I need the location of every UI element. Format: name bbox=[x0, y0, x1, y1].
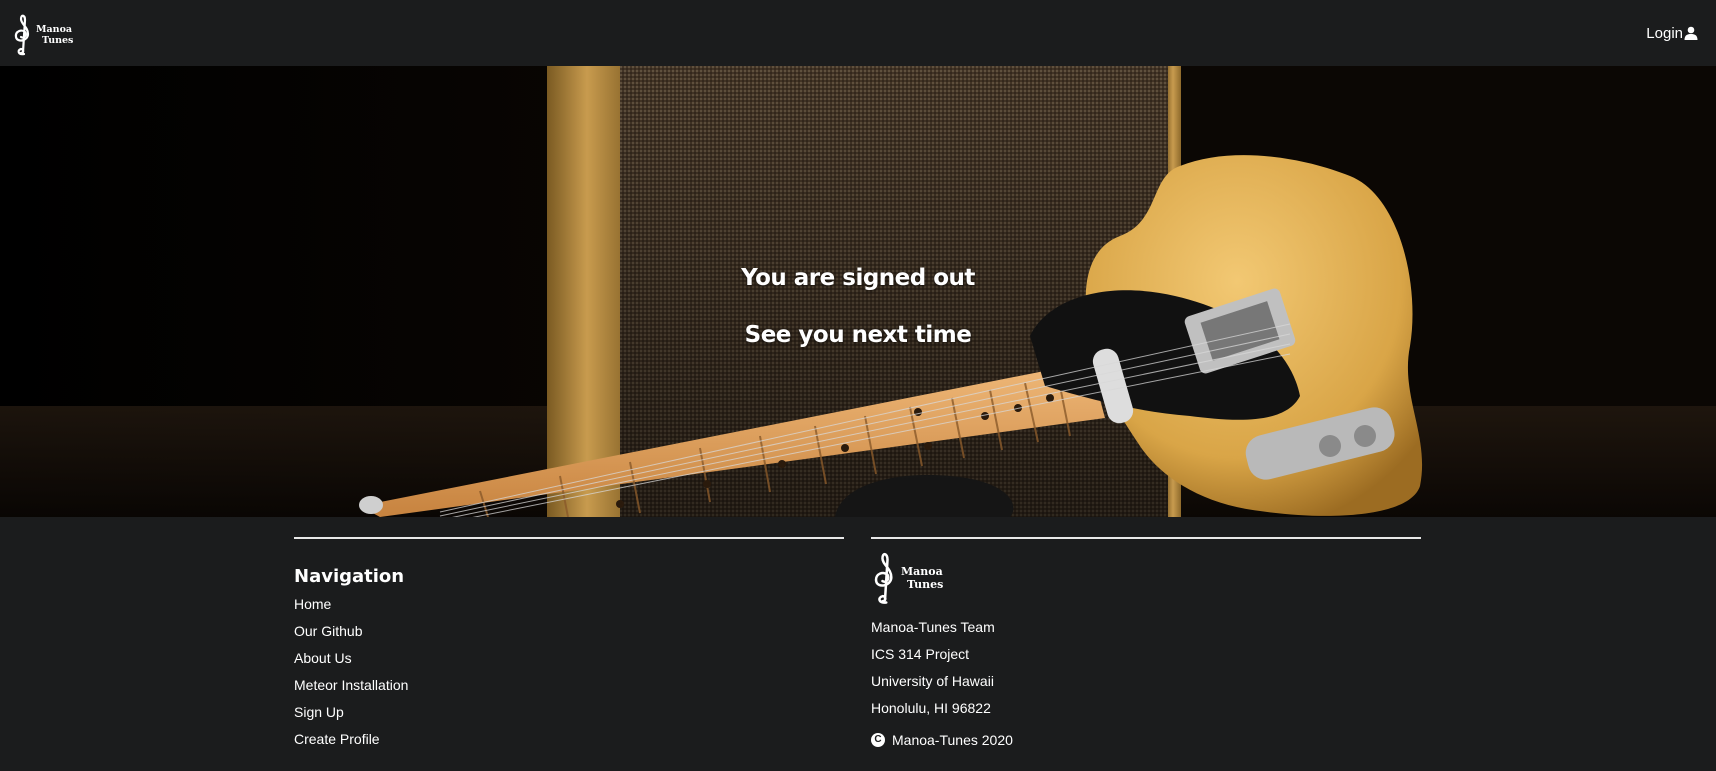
footer-about-column: Manoa Tunes Manoa-Tunes Team ICS 314 Pro… bbox=[871, 537, 1421, 753]
farewell-message: See you next time bbox=[744, 322, 972, 348]
team-name: Manoa-Tunes Team bbox=[871, 619, 995, 635]
footer-link-github[interactable]: Our Github bbox=[294, 622, 844, 649]
copyright-icon: C bbox=[871, 732, 885, 747]
treble-clef-icon bbox=[14, 14, 30, 56]
user-icon bbox=[1684, 26, 1698, 40]
signed-out-message: You are signed out bbox=[741, 265, 975, 291]
guitar-amp-background-image bbox=[0, 66, 1716, 517]
project-name: ICS 314 Project bbox=[871, 646, 970, 662]
footer-logo-line2: Tunes bbox=[907, 578, 944, 591]
footer-link-sign-up[interactable]: Sign Up bbox=[294, 703, 844, 730]
top-navbar: Manoa Tunes Login bbox=[0, 0, 1716, 66]
navigation-heading: Navigation bbox=[294, 566, 405, 587]
address: Honolulu, HI 96822 bbox=[871, 700, 991, 716]
login-menu[interactable]: Login bbox=[1646, 25, 1698, 42]
divider bbox=[871, 537, 1421, 539]
divider bbox=[294, 537, 844, 539]
footer-link-create-profile[interactable]: Create Profile bbox=[294, 730, 844, 757]
footer-link-about-us[interactable]: About Us bbox=[294, 649, 844, 676]
footer-logo-line1: Manoa bbox=[901, 565, 943, 578]
copyright: C Manoa-Tunes 2020 bbox=[871, 726, 1421, 753]
footer-logo: Manoa Tunes bbox=[871, 546, 1421, 606]
login-label: Login bbox=[1646, 24, 1683, 42]
treble-clef-icon bbox=[874, 552, 893, 604]
logo-line1: Manoa bbox=[36, 24, 73, 35]
footer-logo-text: Manoa Tunes bbox=[901, 565, 943, 591]
university: University of Hawaii bbox=[871, 673, 994, 689]
home-logo-link[interactable]: Manoa Tunes bbox=[12, 8, 73, 58]
footer-link-meteor-installation[interactable]: Meteor Installation bbox=[294, 676, 844, 703]
footer-link-home[interactable]: Home bbox=[294, 595, 844, 622]
footer-navigation-column: Navigation Home Our Github About Us Mete… bbox=[294, 537, 844, 757]
logo-text: Manoa Tunes bbox=[36, 24, 73, 46]
footer: Navigation Home Our Github About Us Mete… bbox=[0, 517, 1716, 771]
hero-banner: You are signed out See you next time bbox=[0, 66, 1716, 517]
logo-line2: Tunes bbox=[42, 35, 74, 46]
copyright-text: Manoa-Tunes 2020 bbox=[892, 731, 1013, 748]
